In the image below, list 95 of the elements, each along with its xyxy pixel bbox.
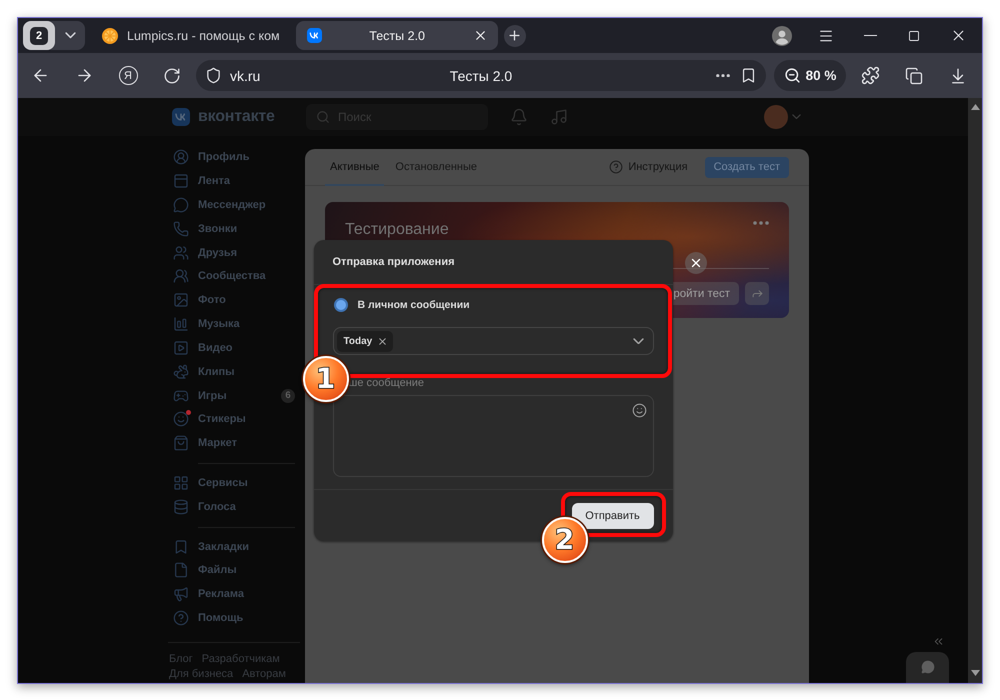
shield-icon[interactable] <box>205 67 222 84</box>
search-icon <box>316 110 330 124</box>
sidebar-item[interactable]: Видео <box>170 336 295 360</box>
music-note-icon <box>550 108 568 126</box>
logo-text[interactable]: вконтакте <box>198 108 275 126</box>
chevron-down-icon <box>632 338 644 344</box>
app-logo-icon <box>306 28 322 43</box>
dialog-title: Отправка приложения <box>332 256 455 268</box>
smiley-icon[interactable] <box>632 403 646 418</box>
page-title: Тесты 2.0 <box>450 68 512 84</box>
sidebar-item[interactable]: Реклама <box>170 582 295 606</box>
chart-icon <box>173 316 189 332</box>
browser-tab[interactable]: Lumpics.ru - помощь с ком <box>91 21 290 50</box>
smiley-icon <box>173 411 189 428</box>
sidebar-item[interactable]: Файлы <box>170 558 295 582</box>
plus-icon <box>507 28 522 43</box>
send-button[interactable]: Отправить <box>572 502 654 528</box>
copy-icon <box>905 66 923 84</box>
bookmark-icon <box>173 538 189 555</box>
play-icon <box>173 340 189 356</box>
help-icon <box>173 610 189 626</box>
bag-icon <box>173 435 189 452</box>
sidebar-item[interactable]: Мессенджер <box>170 193 295 217</box>
footer-link[interactable]: Разработчикам <box>202 652 280 668</box>
rabbit-icon <box>173 364 189 380</box>
sidebar-item[interactable]: Стикеры <box>170 407 295 432</box>
people-icon <box>173 244 189 261</box>
zoom-out-icon <box>784 67 801 84</box>
image-icon <box>173 292 189 308</box>
sidebar-item[interactable]: Помощь <box>170 606 295 630</box>
citrus-slice-icon <box>102 28 118 44</box>
group-icon <box>173 268 189 284</box>
grid-icon <box>173 474 189 491</box>
puzzle-icon <box>860 66 880 85</box>
sidebar-item[interactable]: Фото <box>170 288 295 312</box>
message-field[interactable] <box>332 395 654 477</box>
window-icon <box>173 173 189 190</box>
sidebar-item[interactable]: Клипы <box>170 360 295 384</box>
step-badge: 1 <box>302 356 348 402</box>
help-icon <box>609 160 624 174</box>
maximize-icon <box>908 30 920 42</box>
count-badge: 6 <box>281 388 295 403</box>
panel-tab[interactable]: Активные <box>325 148 384 186</box>
scroll-up-icon[interactable] <box>970 104 980 110</box>
recipient-select[interactable]: Today <box>332 327 654 355</box>
sidebar-item[interactable]: Закладки <box>170 534 295 558</box>
chat-bubble-icon <box>920 660 934 674</box>
footer-link[interactable]: Для бизнеса <box>169 667 234 683</box>
share-button[interactable] <box>745 282 769 305</box>
app-logo-icon <box>172 108 190 126</box>
browser-tab[interactable]: Тесты 2.0 <box>296 21 498 50</box>
avatar-icon <box>772 26 792 46</box>
footer-link[interactable]: Авторам <box>242 667 286 683</box>
url-text: vk.ru <box>230 68 260 84</box>
sidebar-item[interactable]: Друзья <box>170 240 295 265</box>
tab-counter-button[interactable]: 2 <box>23 21 55 50</box>
close-button[interactable] <box>684 252 706 274</box>
home-button[interactable]: Я <box>106 58 150 94</box>
bell-icon <box>510 108 528 126</box>
radio-button[interactable] <box>334 298 348 312</box>
user-circle-icon <box>173 149 189 166</box>
sidebar-item[interactable]: Звонки <box>170 216 295 241</box>
sidebar-item[interactable]: Сервисы <box>170 471 295 495</box>
sidebar-item[interactable]: Маркет <box>170 431 295 456</box>
sidebar-item[interactable]: Голоса <box>170 494 295 519</box>
scrollbar[interactable] <box>968 98 982 683</box>
new-tab-button[interactable] <box>504 24 526 46</box>
chat-button[interactable] <box>906 652 949 683</box>
sidebar-item[interactable]: Музыка <box>170 312 295 336</box>
minimize-icon <box>864 34 876 36</box>
gamepad-icon <box>173 388 189 404</box>
database-icon <box>173 498 189 515</box>
zoom-button[interactable]: 80 % <box>774 60 846 91</box>
reload-icon <box>163 66 181 84</box>
file-icon <box>173 562 189 578</box>
phone-icon <box>173 220 189 237</box>
footer-link[interactable]: Блог <box>169 652 193 668</box>
more-icon[interactable] <box>716 74 730 78</box>
create-test-button[interactable]: Создать тест <box>704 156 789 178</box>
option-label[interactable]: В личном сообщении <box>358 299 470 311</box>
card-title: Тестирование <box>345 221 449 238</box>
bookmark-icon[interactable] <box>740 67 757 84</box>
recipient-chip[interactable]: Today <box>336 330 394 352</box>
step-badge: 2 <box>542 517 588 563</box>
megaphone-icon <box>173 586 189 602</box>
address-bar[interactable]: vk.ru Тесты 2.0 <box>196 60 766 91</box>
chevron-down-icon <box>64 32 76 39</box>
scroll-down-icon[interactable] <box>970 670 980 676</box>
remove-icon[interactable] <box>377 336 388 346</box>
sidebar-item[interactable]: Игры 6 <box>170 384 295 408</box>
sidebar-item[interactable]: Профиль <box>170 146 295 170</box>
sidebar-item[interactable]: Лента <box>170 169 295 194</box>
download-icon <box>949 66 967 84</box>
sidebar-item[interactable]: Сообщества <box>170 264 295 288</box>
chat-bubble-icon <box>173 197 189 214</box>
